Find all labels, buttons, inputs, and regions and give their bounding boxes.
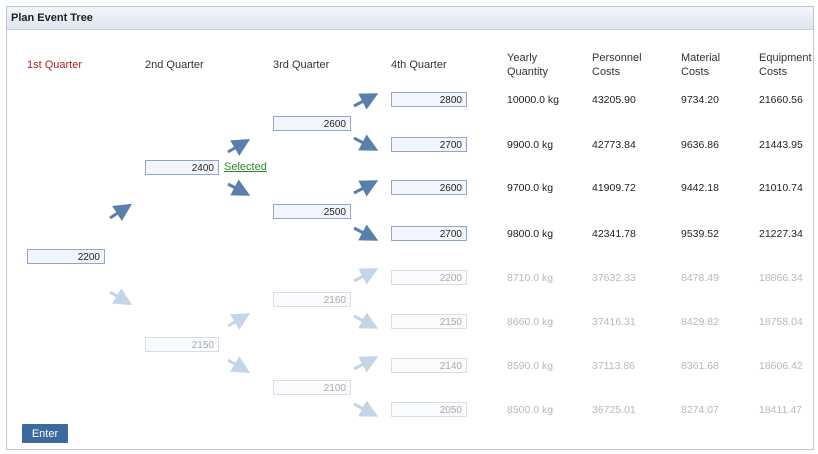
equipment-costs-cell: 21660.56 bbox=[759, 94, 803, 106]
header-equipment-line1: Equipment bbox=[759, 52, 812, 64]
q3-value-box-3[interactable]: 2160 bbox=[273, 292, 351, 307]
q4-value-box[interactable]: 2700 bbox=[391, 226, 467, 241]
personnel-costs-cell: 37113.86 bbox=[592, 360, 636, 372]
personnel-costs-cell: 41909.72 bbox=[592, 182, 636, 194]
q3-value-box-4[interactable]: 2100 bbox=[273, 380, 351, 395]
header-personnel-line2: Costs bbox=[592, 66, 621, 78]
header-equipment-line2: Costs bbox=[759, 66, 788, 78]
q4-value-box[interactable]: 2050 bbox=[391, 402, 467, 417]
material-costs-cell: 9442.18 bbox=[681, 182, 719, 194]
header-1st-quarter: 1st Quarter bbox=[27, 59, 83, 71]
yearly-quantity-cell: 8660.0 kg bbox=[507, 316, 554, 328]
header-personnel-costs: Personnel Costs bbox=[592, 51, 642, 79]
q4-value-box[interactable]: 2150 bbox=[391, 314, 467, 329]
yearly-quantity-cell: 9900.0 kg bbox=[507, 139, 554, 151]
personnel-costs-cell: 42341.78 bbox=[592, 228, 636, 240]
header-4th-quarter: 4th Quarter bbox=[391, 59, 447, 71]
q4-value-box[interactable]: 2200 bbox=[391, 270, 467, 285]
equipment-costs-cell: 21227.34 bbox=[759, 228, 803, 240]
personnel-costs-cell: 37416.31 bbox=[592, 316, 636, 328]
material-costs-cell: 8429.82 bbox=[681, 316, 719, 328]
yearly-quantity-cell: 8500.0 kg bbox=[507, 404, 554, 416]
equipment-costs-cell: 18606.42 bbox=[759, 360, 803, 372]
q4-value-box[interactable]: 2600 bbox=[391, 180, 467, 195]
equipment-costs-cell: 18866.34 bbox=[759, 272, 803, 284]
equipment-costs-cell: 21010.74 bbox=[759, 182, 803, 194]
equipment-costs-cell: 21443.95 bbox=[759, 139, 803, 151]
q4-value-box[interactable]: 2140 bbox=[391, 358, 467, 373]
material-costs-cell: 9734.20 bbox=[681, 94, 719, 106]
q3-value-box-1[interactable]: 2600 bbox=[273, 116, 351, 131]
header-material-costs: Material Costs bbox=[681, 51, 720, 79]
enter-button[interactable]: Enter bbox=[22, 424, 68, 443]
panel-title: Plan Event Tree bbox=[11, 12, 93, 24]
material-costs-cell: 9636.86 bbox=[681, 139, 719, 151]
material-costs-cell: 8274.07 bbox=[681, 404, 719, 416]
q4-value-box[interactable]: 2700 bbox=[391, 137, 467, 152]
personnel-costs-cell: 37632.33 bbox=[592, 272, 636, 284]
header-3rd-quarter: 3rd Quarter bbox=[273, 59, 330, 71]
personnel-costs-cell: 43205.90 bbox=[592, 94, 636, 106]
q2-value-box-2[interactable]: 2150 bbox=[145, 337, 219, 352]
panel-titlebar: Plan Event Tree bbox=[7, 7, 813, 30]
yearly-quantity-cell: 9700.0 kg bbox=[507, 182, 554, 194]
yearly-quantity-cell: 8710.0 kg bbox=[507, 272, 554, 284]
q4-value-box[interactable]: 2800 bbox=[391, 92, 467, 107]
header-personnel-line1: Personnel bbox=[592, 52, 642, 64]
yearly-quantity-cell: 10000.0 kg bbox=[507, 94, 559, 106]
header-yearly-quantity: Yearly Quantity bbox=[507, 51, 548, 79]
yearly-quantity-cell: 8590.0 kg bbox=[507, 360, 554, 372]
q1-value-box[interactable]: 2200 bbox=[27, 249, 105, 264]
header-material-line1: Material bbox=[681, 52, 721, 64]
selected-link[interactable]: Selected bbox=[224, 161, 267, 173]
material-costs-cell: 8478.49 bbox=[681, 272, 719, 284]
personnel-costs-cell: 36725.01 bbox=[592, 404, 636, 416]
header-yearly-line2: Quantity bbox=[507, 66, 548, 78]
header-2nd-quarter: 2nd Quarter bbox=[145, 59, 204, 71]
q2-value-box-1[interactable]: 2400 bbox=[145, 160, 219, 175]
header-material-line2: Costs bbox=[681, 66, 710, 78]
header-equipment-costs: Equipment Costs bbox=[759, 51, 812, 79]
header-yearly-line1: Yearly bbox=[507, 52, 538, 64]
yearly-quantity-cell: 9800.0 kg bbox=[507, 228, 554, 240]
equipment-costs-cell: 18411.47 bbox=[759, 404, 803, 416]
material-costs-cell: 9539.52 bbox=[681, 228, 719, 240]
material-costs-cell: 8361.68 bbox=[681, 360, 719, 372]
q3-value-box-2[interactable]: 2500 bbox=[273, 204, 351, 219]
personnel-costs-cell: 42773.84 bbox=[592, 139, 636, 151]
equipment-costs-cell: 18758.04 bbox=[759, 316, 803, 328]
